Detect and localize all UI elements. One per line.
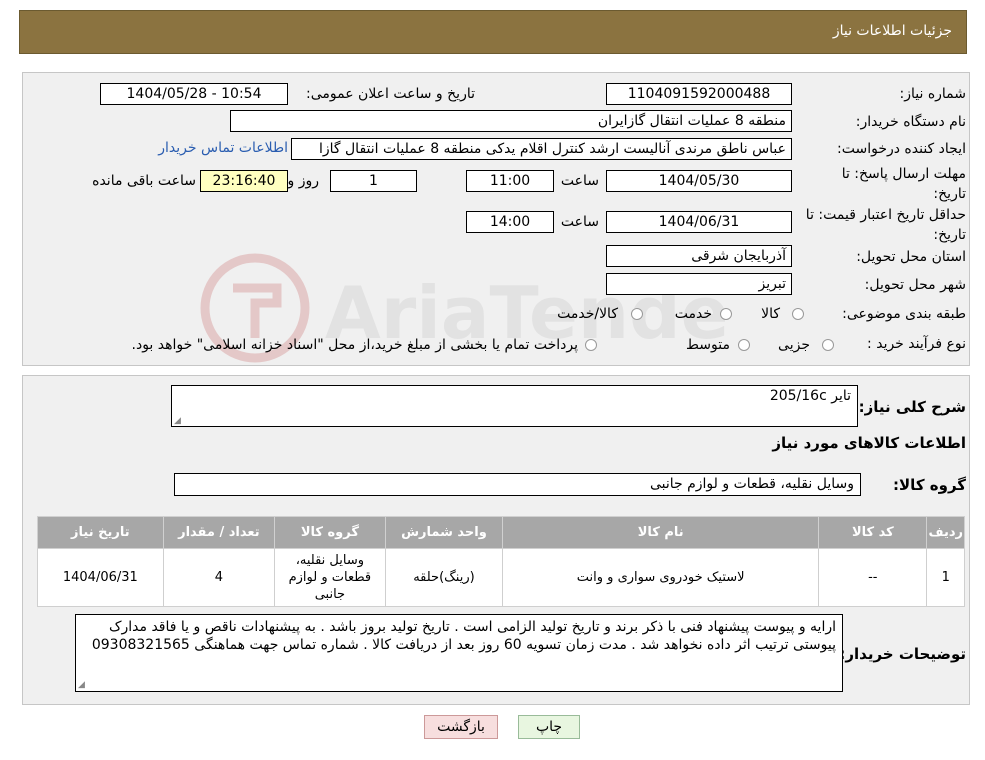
goods-table: ردیف کد کالا نام کالا واحد شمارش گروه کا… (37, 516, 965, 607)
validity-label: حداقل تاریخ اعتبار قیمت: تا تاریخ: (805, 207, 966, 243)
category-service-text: خدمت (674, 306, 712, 322)
days-remaining-field: 1 (330, 170, 417, 192)
buyer-notes-label: توضیحات خریدار: (839, 645, 966, 663)
need-description-label: شرح کلی نیاز: (858, 398, 966, 416)
resize-handle-icon[interactable]: ◢ (78, 681, 86, 690)
validity-time-label: ساعت (560, 214, 599, 230)
resize-handle-icon[interactable]: ◢ (174, 417, 182, 426)
validity-time-field: 14:00 (466, 211, 554, 233)
need-number-label: شماره نیاز: (899, 86, 967, 102)
need-description-field: تایر 205/16c (171, 385, 858, 427)
requester-field: عباس ناطق مرندی آنالیست ارشد کنترل اقلام… (291, 138, 792, 160)
category-goods-service-radio[interactable] (631, 308, 643, 320)
remaining-time-label: ساعت باقی مانده (92, 173, 196, 189)
goods-group-field: وسایل نقلیه، قطعات و لوازم جانبی (174, 473, 861, 496)
page-title: جزئیات اطلاعات نیاز (832, 23, 952, 39)
process-label: نوع فرآیند خرید : (867, 336, 966, 352)
cell-group: وسایل نقلیه، قطعات و لوازم جانبی (274, 548, 386, 607)
deadline-label: مهلت ارسال پاسخ: تا تاریخ: (841, 166, 966, 202)
deadline-time-field: 11:00 (466, 170, 554, 192)
announce-datetime-field: 1404/05/28 - 10:54 (100, 83, 288, 105)
days-label: روز و (287, 173, 320, 189)
cell-code: -- (818, 548, 928, 607)
cell-date: 1404/06/31 (37, 548, 164, 607)
process-medium-radio[interactable] (738, 339, 750, 351)
city-label: شهر محل تحویل: (864, 277, 966, 293)
validity-date-field: 1404/06/31 (606, 211, 792, 233)
col-unit-header: واحد شمارش (384, 516, 504, 549)
buyer-contact-link[interactable]: اطلاعات تماس خریدار (158, 140, 288, 156)
category-goods-service-text: کالا/خدمت (557, 306, 618, 322)
cell-row: 1 (926, 548, 965, 607)
province-label: استان محل تحویل: (856, 249, 966, 265)
page-header: جزئیات اطلاعات نیاز (19, 10, 967, 54)
province-field: آذربایجان شرقی (606, 245, 792, 267)
category-service-radio[interactable] (720, 308, 732, 320)
col-name-header: نام کالا (502, 516, 820, 549)
col-group-header: گروه کالا (274, 516, 386, 549)
deadline-date-field: 1404/05/30 (606, 170, 792, 192)
process-treasury-radio[interactable] (585, 339, 597, 351)
buyer-org-label: نام دستگاه خریدار: (855, 114, 966, 130)
cell-name: لاستیک خودروی سواری و وانت (502, 548, 820, 607)
col-row-header: ردیف (926, 516, 965, 549)
cell-qty: 4 (162, 548, 276, 607)
requester-label: ایجاد کننده درخواست: (837, 141, 966, 157)
announce-label: تاریخ و ساعت اعلان عمومی: (306, 86, 475, 102)
print-button[interactable]: چاپ (518, 715, 580, 739)
table-row: 1 -- لاستیک خودروی سواری و وانت (رینگ)حل… (37, 548, 965, 607)
need-number-field: 1104091592000488 (606, 83, 792, 105)
deadline-time-label: ساعت (560, 173, 599, 189)
category-goods-text: کالا (761, 306, 780, 322)
back-button[interactable]: بازگشت (424, 715, 498, 739)
category-goods-radio[interactable] (792, 308, 804, 320)
buyer-notes-field: ارایه و پیوست پیشنهاد فنی با ذکر برند و … (75, 614, 843, 692)
col-date-header: تاریخ نیاز (37, 516, 164, 549)
goods-info-title: اطلاعات کالاهای مورد نیاز (772, 434, 966, 452)
col-code-header: کد کالا (818, 516, 928, 549)
process-medium-text: متوسط (686, 337, 730, 353)
process-note-text: پرداخت تمام یا بخشی از مبلغ خرید،از محل … (131, 337, 578, 353)
process-minor-text: جزیی (778, 337, 810, 353)
buyer-org-field: منطقه 8 عملیات انتقال گازایران (230, 110, 792, 132)
cell-unit: (رینگ)حلقه (384, 548, 504, 607)
remaining-time-field: 23:16:40 (200, 170, 288, 192)
table-header-row: ردیف کد کالا نام کالا واحد شمارش گروه کا… (37, 516, 965, 549)
category-label: طبقه بندی موضوعی: (842, 306, 966, 322)
process-minor-radio[interactable] (822, 339, 834, 351)
col-qty-header: تعداد / مقدار (162, 516, 276, 549)
city-field: تبریز (606, 273, 792, 295)
goods-group-label: گروه کالا: (893, 476, 966, 494)
